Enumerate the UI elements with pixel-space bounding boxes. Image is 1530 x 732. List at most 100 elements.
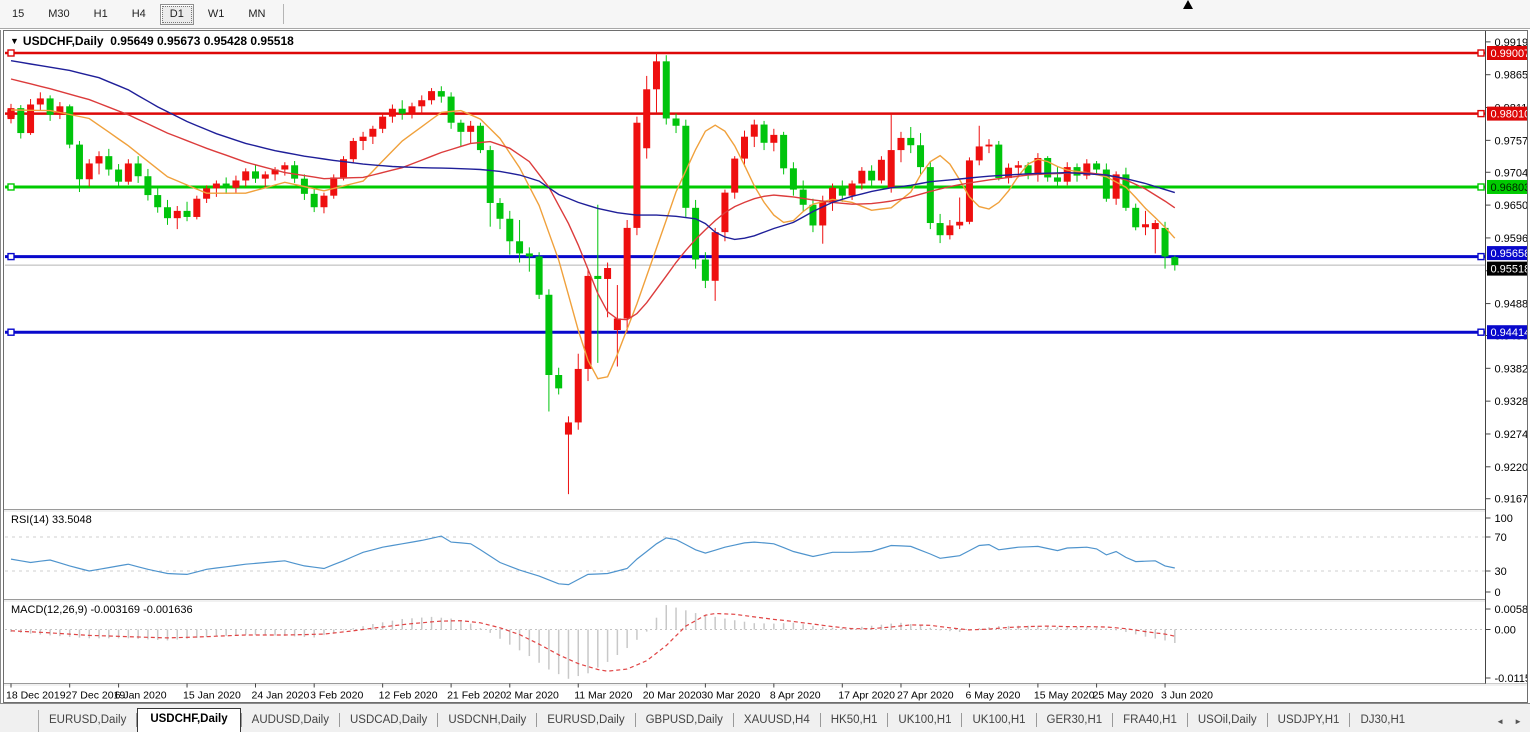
scroll-left-icon[interactable]: ◄ (1496, 717, 1504, 726)
candle-body (545, 295, 552, 375)
candle-body (350, 141, 357, 159)
candle-body (477, 126, 484, 150)
tab-eurusd-daily[interactable]: EURUSD,Daily (537, 711, 634, 732)
candle-body (232, 180, 239, 187)
tab-xauusd-h4[interactable]: XAUUSD,H4 (734, 711, 820, 732)
chart-dropdown-icon[interactable]: ▼ (10, 36, 19, 46)
tab-usdcnh-daily[interactable]: USDCNH,Daily (438, 711, 536, 732)
hline-handle (1478, 329, 1484, 335)
date-label: 17 Apr 2020 (838, 690, 895, 702)
tab-usoil-daily[interactable]: USOil,Daily (1188, 711, 1267, 732)
candle-body (800, 190, 807, 205)
candle-body (467, 126, 474, 132)
date-label: 6 May 2020 (965, 690, 1020, 702)
candle-body (1103, 170, 1110, 199)
tab-fra40-h1[interactable]: FRA40,H1 (1113, 711, 1187, 732)
timeframe-button-h1[interactable]: H1 (84, 4, 118, 25)
candle-body (809, 205, 816, 226)
candle-body (1054, 177, 1061, 181)
chart-window[interactable]: 0.991900.986500.981100.975700.970450.965… (3, 30, 1528, 703)
mouse-cursor (1183, 0, 1193, 9)
timeframe-button-mn[interactable]: MN (238, 4, 275, 25)
candle-body (956, 222, 963, 226)
ma-mid-line (11, 79, 1175, 320)
date-label: 6 Jan 2020 (115, 690, 167, 702)
date-label: 15 Jan 2020 (183, 690, 241, 702)
tab-usdjpy-h1[interactable]: USDJPY,H1 (1268, 711, 1350, 732)
candle-body (399, 109, 406, 114)
date-label: 21 Feb 2020 (447, 690, 506, 702)
tab-usdchf-daily[interactable]: USDCHF,Daily (137, 708, 240, 732)
price-badge-0.96803: 0.96803 (1491, 182, 1528, 194)
candle-body (878, 160, 885, 181)
timeframe-button-15[interactable]: 15 (2, 4, 34, 25)
candle-body (663, 61, 670, 118)
tab-eurusd-daily[interactable]: EURUSD,Daily (39, 711, 136, 732)
candle-body (96, 156, 103, 163)
price-axis-label: 0.92200 (1495, 462, 1528, 474)
price-axis-label: 0.97045 (1495, 167, 1528, 179)
hline-handle (8, 254, 14, 260)
price-axis-label: 0.96505 (1495, 200, 1528, 212)
tab-bar-spacer (0, 710, 39, 732)
timeframe-button-h4[interactable]: H4 (122, 4, 156, 25)
timeframe-button-w1[interactable]: W1 (198, 4, 235, 25)
candle-body (731, 159, 738, 193)
candle-body (966, 160, 973, 221)
date-label: 20 Mar 2020 (643, 690, 702, 702)
tab-uk100-h1[interactable]: UK100,H1 (962, 711, 1035, 732)
candle-body (242, 171, 249, 180)
candle-body (17, 108, 24, 133)
macd-indicator-label: MACD(12,26,9) -0.003169 -0.001636 (11, 604, 193, 616)
timeframe-button-m30[interactable]: M30 (38, 4, 79, 25)
candle-body (751, 125, 758, 137)
candle-body (712, 232, 719, 281)
price-badge-0.99007: 0.99007 (1491, 48, 1528, 60)
toolbar-separator (283, 4, 284, 24)
tab-hk50-h1[interactable]: HK50,H1 (821, 711, 888, 732)
macd-signal-line (11, 614, 1175, 672)
candle-body (223, 184, 230, 188)
price-badge-0.94414: 0.94414 (1491, 327, 1528, 339)
candle-body (643, 89, 650, 148)
hline-handle (8, 184, 14, 190)
tab-usdcad-daily[interactable]: USDCAD,Daily (340, 711, 437, 732)
hline-handle (8, 50, 14, 56)
tab-gbpusd-daily[interactable]: GBPUSD,Daily (636, 711, 733, 732)
candle-body (790, 168, 797, 189)
candle-body (917, 145, 924, 167)
date-label: 12 Feb 2020 (379, 690, 438, 702)
date-label: 24 Jan 2020 (252, 690, 310, 702)
tab-uk100-h1[interactable]: UK100,H1 (888, 711, 961, 732)
price-chart-svg[interactable]: 0.991900.986500.981100.975700.970450.965… (4, 31, 1527, 702)
timeframe-button-d1[interactable]: D1 (160, 4, 194, 25)
scroll-right-icon[interactable]: ► (1514, 717, 1522, 726)
candle-body (389, 109, 396, 117)
rsi-axis-label: 30 (1495, 566, 1507, 578)
date-label: 3 Jun 2020 (1161, 690, 1213, 702)
price-axis-label: 0.93280 (1495, 396, 1528, 408)
date-label: 25 May 2020 (1093, 690, 1154, 702)
candle-body (418, 100, 425, 106)
rsi-axis-label: 100 (1495, 513, 1513, 525)
candle-body (135, 163, 142, 176)
candle-body (692, 208, 699, 260)
tab-ger30-h1[interactable]: GER30,H1 (1037, 711, 1113, 732)
price-badge-0.98010: 0.98010 (1491, 109, 1528, 121)
candle-body (448, 97, 455, 123)
tab-dj30-h1[interactable]: DJ30,H1 (1350, 711, 1415, 732)
candle-body (741, 137, 748, 159)
window-left-border (0, 30, 1, 703)
tab-audusd-daily[interactable]: AUDUSD,Daily (242, 711, 339, 732)
candle-body (105, 156, 112, 169)
candle-body (858, 171, 865, 184)
candle-body (976, 146, 983, 160)
date-label: 8 Apr 2020 (770, 690, 821, 702)
rsi-axis-label: 0 (1495, 587, 1501, 599)
candle-body (144, 176, 151, 195)
candle-body (213, 184, 220, 189)
candle-body (673, 118, 680, 125)
candle-body (594, 276, 601, 279)
rsi-line (11, 536, 1175, 585)
candle-body (47, 98, 54, 114)
